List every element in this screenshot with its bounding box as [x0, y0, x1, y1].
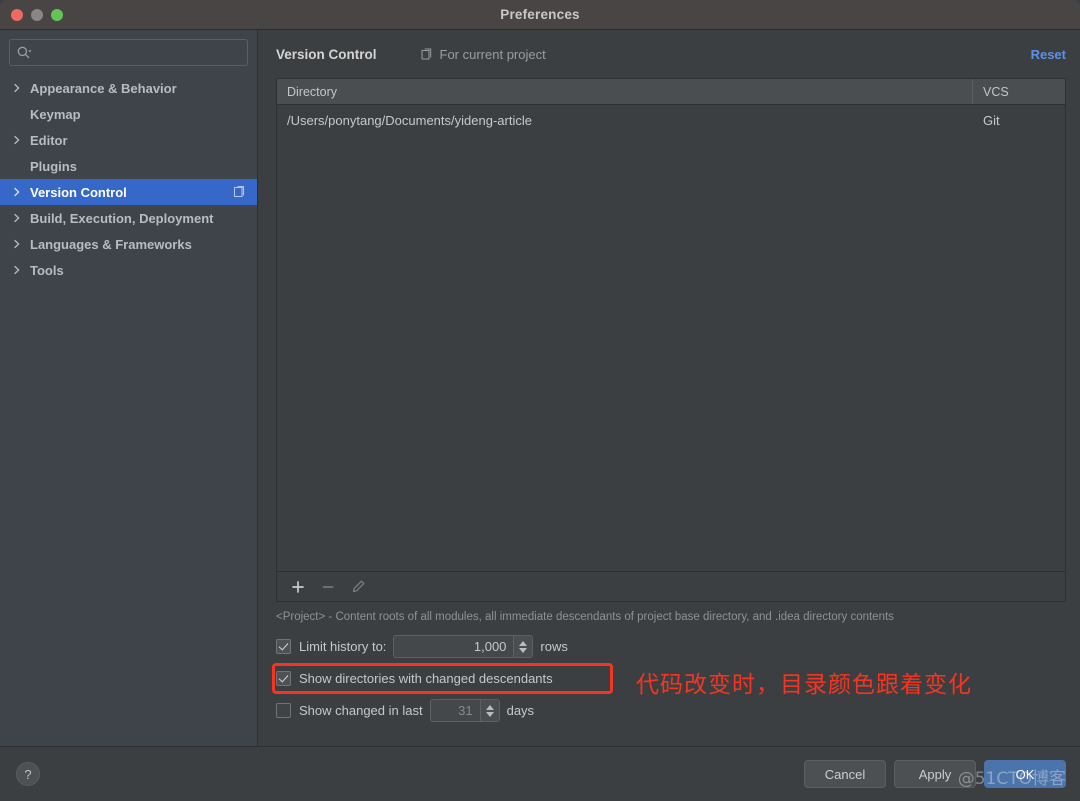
search-box[interactable]	[9, 39, 248, 66]
sidebar-item-tools[interactable]: Tools	[0, 257, 257, 283]
traffic-light-buttons	[11, 9, 63, 21]
help-button[interactable]: ?	[16, 762, 40, 786]
add-directory-button[interactable]	[285, 575, 311, 599]
project-icon	[421, 48, 434, 61]
cell-vcs: Git	[973, 113, 1065, 128]
column-header-directory[interactable]: Directory	[277, 79, 973, 104]
show-changed-stepper[interactable]: 31	[430, 699, 500, 722]
sidebar-item-languages-frameworks[interactable]: Languages & Frameworks	[0, 231, 257, 257]
sidebar-item-label: Editor	[30, 133, 247, 148]
table-header-row: Directory VCS	[277, 79, 1065, 105]
show-changed-checkbox[interactable]	[276, 703, 291, 718]
stepper-down-icon[interactable]	[486, 712, 494, 717]
limit-history-suffix: rows	[540, 639, 567, 654]
limit-history-stepper[interactable]: 1,000	[393, 635, 533, 658]
window-title: Preferences	[0, 7, 1080, 22]
cancel-button[interactable]: Cancel	[804, 760, 886, 788]
sidebar-item-label: Appearance & Behavior	[30, 81, 247, 96]
column-header-vcs[interactable]: VCS	[973, 79, 1065, 104]
project-scope-text: For current project	[440, 47, 546, 62]
limit-history-stepper-arrows[interactable]	[513, 636, 532, 657]
page-title: Version Control	[276, 47, 377, 62]
chevron-right-icon[interactable]	[12, 239, 26, 249]
settings-tree: Appearance & Behavior Keymap Editor Plug…	[0, 75, 257, 746]
show-changed-stepper-arrows[interactable]	[480, 700, 499, 721]
minimize-button[interactable]	[31, 9, 43, 21]
dialog-footer: ? Cancel Apply OK @51CTO博客	[0, 746, 1080, 801]
search-input[interactable]	[36, 43, 241, 63]
show-changed-suffix: days	[507, 703, 534, 718]
show-directories-label: Show directories with changed descendant…	[299, 671, 553, 686]
reset-link[interactable]: Reset	[1031, 47, 1066, 62]
remove-directory-button[interactable]	[315, 575, 341, 599]
vcs-directory-table: Directory VCS /Users/ponytang/Documents/…	[276, 78, 1066, 602]
limit-history-label: Limit history to:	[299, 639, 386, 654]
project-scope-label: For current project	[421, 47, 546, 62]
search-wrapper	[0, 30, 257, 66]
limit-history-value[interactable]: 1,000	[394, 636, 513, 657]
cell-directory: /Users/ponytang/Documents/yideng-article	[277, 113, 973, 128]
sidebar-item-label: Keymap	[30, 107, 247, 122]
limit-history-checkbox[interactable]	[276, 639, 291, 654]
chevron-right-icon[interactable]	[12, 265, 26, 275]
window-body: Appearance & Behavior Keymap Editor Plug…	[0, 30, 1080, 746]
chevron-right-icon[interactable]	[12, 83, 26, 93]
table-row[interactable]: /Users/ponytang/Documents/yideng-article…	[277, 105, 1065, 135]
apply-button[interactable]: Apply	[894, 760, 976, 788]
stepper-down-icon[interactable]	[519, 648, 527, 653]
stepper-up-icon[interactable]	[519, 641, 527, 646]
title-bar: Preferences	[0, 0, 1080, 30]
sidebar-item-label: Languages & Frameworks	[30, 237, 247, 252]
chevron-right-icon[interactable]	[12, 213, 26, 223]
table-body: /Users/ponytang/Documents/yideng-article…	[277, 105, 1065, 571]
chevron-right-icon[interactable]	[12, 187, 26, 197]
sidebar-item-version-control[interactable]: Version Control	[0, 179, 257, 205]
main-header: Version Control For current project Rese…	[276, 30, 1066, 78]
sidebar-item-label: Version Control	[30, 185, 233, 200]
edit-directory-button[interactable]	[345, 575, 371, 599]
annotation-text: 代码改变时，目录颜色跟着变化	[636, 665, 972, 699]
sidebar-item-plugins[interactable]: Plugins	[0, 153, 257, 179]
show-changed-value[interactable]: 31	[431, 700, 480, 721]
main-panel: Version Control For current project Rese…	[258, 30, 1080, 746]
stepper-up-icon[interactable]	[486, 705, 494, 710]
show-directories-checkbox[interactable]	[276, 671, 291, 686]
sidebar-item-label: Plugins	[30, 159, 247, 174]
sidebar-item-editor[interactable]: Editor	[0, 127, 257, 153]
search-icon	[16, 45, 32, 61]
sidebar-item-keymap[interactable]: Keymap	[0, 101, 257, 127]
preferences-window: Preferences	[0, 0, 1080, 801]
ok-button[interactable]: OK	[984, 760, 1066, 788]
table-toolbar	[277, 571, 1065, 601]
sidebar-item-build-execution-deployment[interactable]: Build, Execution, Deployment	[0, 205, 257, 231]
show-changed-label: Show changed in last	[299, 703, 423, 718]
sidebar-item-label: Build, Execution, Deployment	[30, 211, 247, 226]
footer-buttons: Cancel Apply OK	[804, 760, 1066, 788]
close-button[interactable]	[11, 9, 23, 21]
settings-sidebar: Appearance & Behavior Keymap Editor Plug…	[0, 30, 258, 746]
scope-hint-text: <Project> - Content roots of all modules…	[276, 611, 1066, 623]
sidebar-item-appearance-behavior[interactable]: Appearance & Behavior	[0, 75, 257, 101]
project-scope-icon	[233, 185, 247, 199]
option-show-changed-in-last: Show changed in last 31 days	[276, 698, 1066, 723]
chevron-right-icon[interactable]	[12, 135, 26, 145]
option-limit-history: Limit history to: 1,000 rows	[276, 634, 1066, 659]
sidebar-item-label: Tools	[30, 263, 247, 278]
zoom-button[interactable]	[51, 9, 63, 21]
